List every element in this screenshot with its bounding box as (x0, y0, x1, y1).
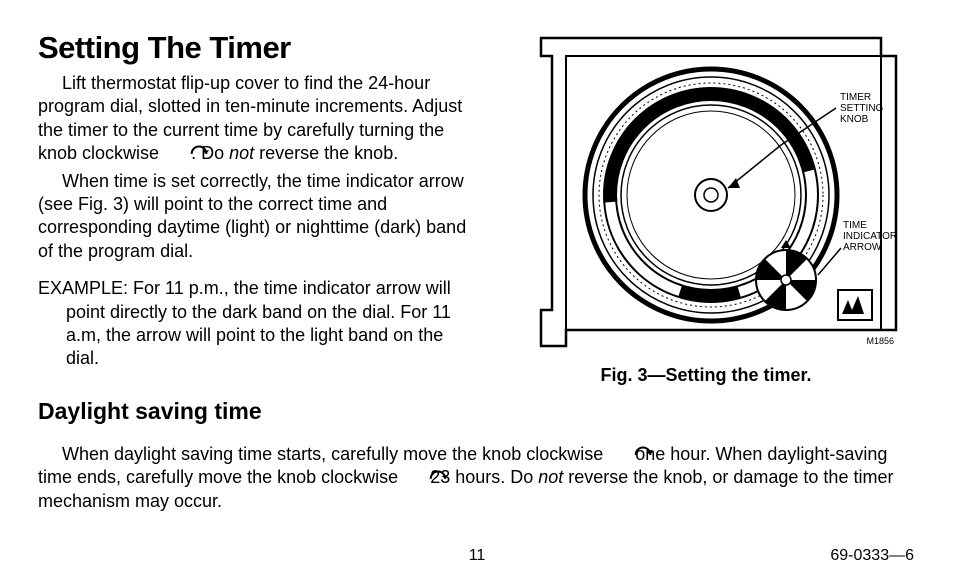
dst-not: not (538, 467, 563, 487)
p1-text-c: reverse the knob. (254, 143, 398, 163)
clockwise-arrow-icon (164, 141, 186, 163)
clockwise-arrow-icon (403, 466, 425, 488)
paragraph-1: Lift thermostat flip-up cover to find th… (38, 72, 468, 166)
dst-a: When daylight saving time starts, carefu… (62, 444, 608, 464)
figure-code: M1856 (866, 336, 894, 346)
label-arrow: TIME INDICATOR ARROW (843, 220, 913, 253)
page-number: 11 (469, 547, 486, 565)
dst-paragraph: When daylight saving time starts, carefu… (38, 443, 916, 513)
document-number: 69-0333—6 (830, 547, 914, 565)
p1-not: not (229, 143, 254, 163)
subheading-dst: Daylight saving time (38, 398, 916, 425)
page-title: Setting The Timer (38, 30, 468, 66)
paragraph-2: When time is set correctly, the time ind… (38, 170, 468, 264)
example-paragraph: EXAMPLE: For 11 p.m., the time indicator… (38, 277, 468, 371)
clockwise-arrow-icon (608, 442, 630, 464)
label-knob: TIMER SETTING KNOB (840, 92, 910, 125)
figure-caption: Fig. 3—Setting the timer. (496, 365, 916, 386)
figure-3: M1856 TIMER SETTING KNOB TIME INDICATOR … (496, 30, 916, 355)
